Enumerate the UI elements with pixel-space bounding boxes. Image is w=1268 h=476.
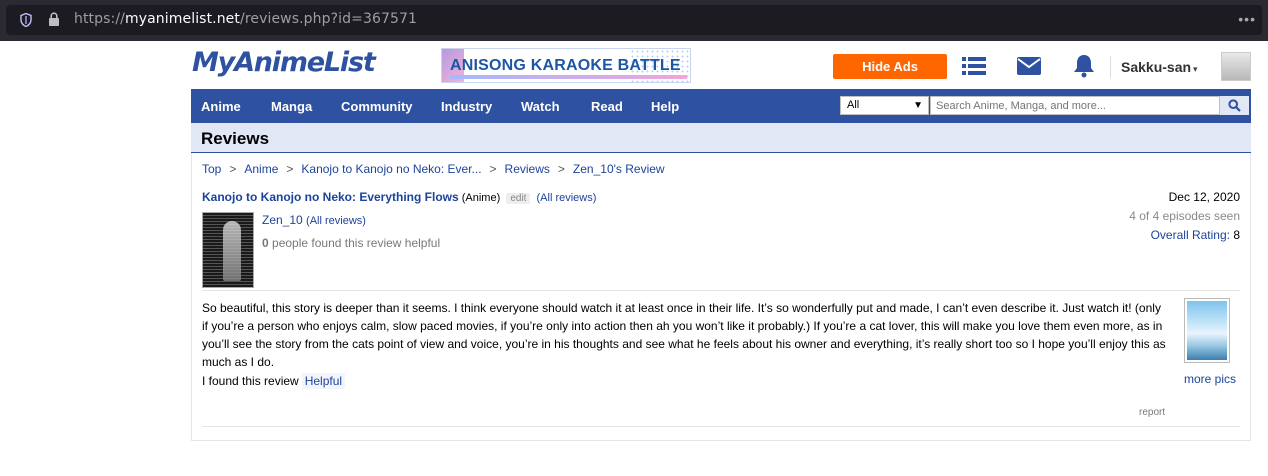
nav-item-watch[interactable]: Watch (521, 99, 560, 114)
all-reviews-link[interactable]: (All reviews) (537, 192, 597, 204)
bell-icon[interactable] (1071, 54, 1097, 78)
more-pics-link[interactable]: more pics (1184, 372, 1236, 386)
breadcrumb-separator: > (489, 162, 497, 176)
review-title-line: Kanojo to Kanojo no Neko: Everything Flo… (202, 190, 596, 204)
helpful-count-text: people found this review helpful (272, 236, 441, 250)
search-button[interactable] (1220, 96, 1249, 115)
shield-icon[interactable] (20, 13, 32, 27)
divider (202, 426, 1240, 427)
dropdown-arrow-icon: ▼ (913, 100, 923, 111)
reviewer-name-link[interactable]: Zen_10 (262, 213, 303, 227)
banner-text: ANISONG KARAOKE BATTLE (450, 57, 681, 74)
reviewer-line: Zen_10 (All reviews) (262, 213, 366, 227)
promo-banner[interactable]: ANISONG KARAOKE BATTLE (441, 48, 691, 83)
found-helpful-line: I found this review Helpful (202, 373, 346, 389)
found-label: I found this review (202, 374, 299, 388)
avatar-figure (223, 221, 241, 281)
rating-label[interactable]: Overall Rating: (1151, 228, 1230, 242)
main-nav: Anime Manga Community Industry Watch Rea… (191, 89, 1251, 123)
helpful-count-line: 0 people found this review helpful (262, 236, 440, 250)
hide-ads-button[interactable]: Hide Ads (833, 54, 947, 79)
report-link[interactable]: report (1139, 407, 1165, 418)
breadcrumb-anime[interactable]: Anime (244, 162, 278, 176)
reviewer-avatar[interactable] (202, 212, 254, 288)
nav-item-manga[interactable]: Manga (271, 99, 312, 114)
page-title: Reviews (201, 129, 270, 148)
lock-icon[interactable] (48, 12, 60, 27)
chevron-down-icon: ▾ (1193, 64, 1198, 74)
divider (202, 290, 1240, 291)
breadcrumb: Top > Anime > Kanojo to Kanojo no Neko: Ever… (202, 162, 665, 176)
breadcrumb-separator: > (286, 162, 294, 176)
review-date: Dec 12, 2020 (1168, 190, 1240, 204)
page-actions-icon[interactable]: ••• (1238, 11, 1256, 27)
list-icon[interactable] (961, 54, 987, 78)
breadcrumb-title[interactable]: Kanojo to Kanojo no Neko: Ever... (301, 162, 481, 176)
episodes-seen: 4 of 4 episodes seen (1129, 209, 1240, 223)
search-category-select[interactable]: All ▼ (840, 96, 929, 115)
site-logo[interactable]: MyAnimeList (192, 47, 376, 78)
page-header: Reviews (191, 123, 1251, 153)
search-input[interactable] (930, 96, 1220, 115)
helpful-count: 0 (262, 236, 269, 250)
avatar[interactable] (1221, 52, 1251, 81)
breadcrumb-reviews[interactable]: Reviews (505, 162, 550, 176)
address-bar[interactable]: https://myanimelist.net/reviews.php?id=3… (6, 5, 1262, 35)
nav-item-read[interactable]: Read (591, 99, 623, 114)
breadcrumb-separator: > (229, 162, 237, 176)
helpful-button[interactable]: Helpful (301, 373, 346, 389)
edit-button[interactable]: edit (506, 193, 531, 204)
mail-icon[interactable] (1016, 54, 1042, 78)
nav-item-help[interactable]: Help (651, 99, 679, 114)
rating-value: 8 (1233, 228, 1240, 242)
breadcrumb-top[interactable]: Top (202, 162, 221, 176)
banner-underline (450, 75, 687, 79)
breadcrumb-separator: > (557, 162, 565, 176)
review-body: So beautiful, this story is deeper than … (202, 301, 1166, 369)
browser-toolbar: https://myanimelist.net/reviews.php?id=3… (0, 0, 1268, 41)
username: Sakku-san (1121, 59, 1192, 75)
overall-rating: Overall Rating: 8 (1151, 228, 1240, 242)
nav-item-industry[interactable]: Industry (441, 99, 492, 114)
breadcrumb-current[interactable]: Zen_10's Review (573, 162, 665, 176)
search-icon (1228, 99, 1241, 112)
search-category-value: All (847, 99, 860, 111)
nav-item-community[interactable]: Community (341, 99, 413, 114)
nav-item-anime[interactable]: Anime (201, 99, 241, 114)
user-menu[interactable]: Sakku-san ▾ (1110, 56, 1198, 78)
anime-title-link[interactable]: Kanojo to Kanojo no Neko: Everything Flo… (202, 190, 459, 204)
media-type: (Anime) (461, 192, 501, 204)
reviewer-all-reviews-link[interactable]: (All reviews) (306, 215, 366, 227)
thumbnail-image (1187, 301, 1227, 360)
anime-thumbnail[interactable] (1184, 298, 1230, 363)
url-text[interactable]: https://myanimelist.net/reviews.php?id=3… (74, 11, 417, 27)
